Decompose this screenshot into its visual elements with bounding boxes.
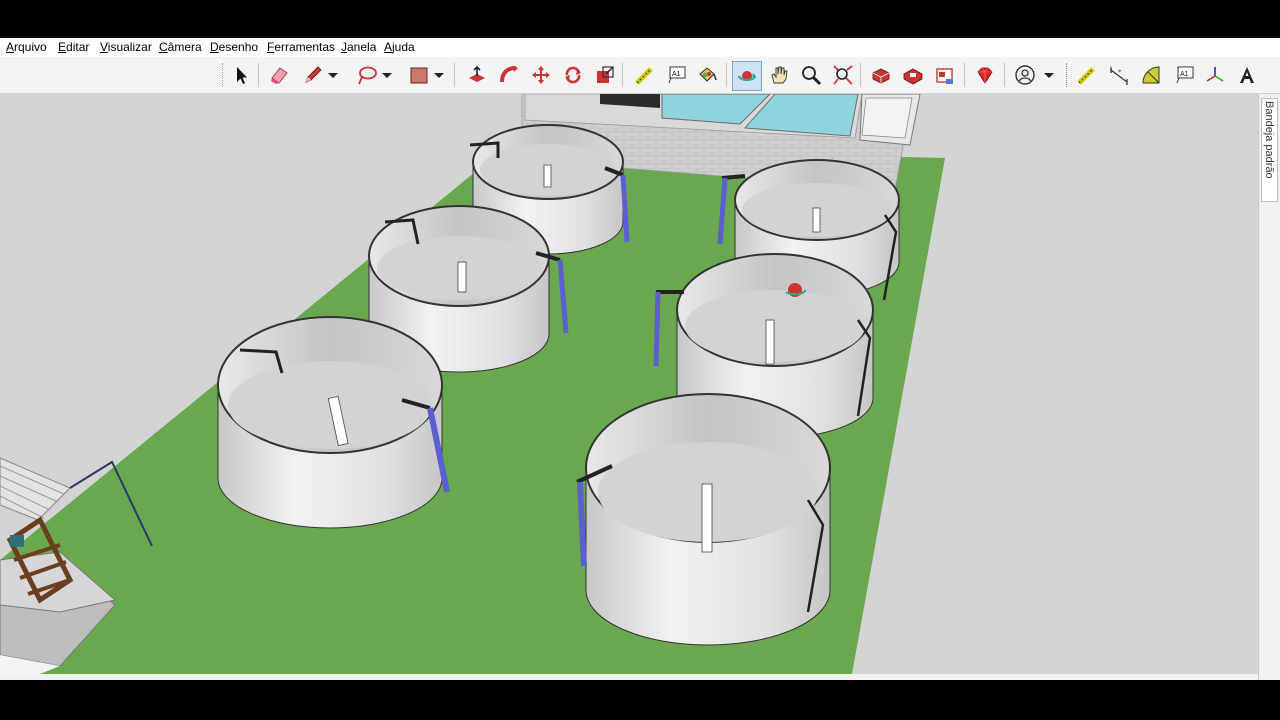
- menu-visualizar[interactable]: Visualizar: [100, 40, 152, 54]
- svg-text:A1: A1: [1180, 71, 1189, 78]
- svg-text:⌖: ⌖: [1118, 69, 1122, 75]
- select-icon[interactable]: [228, 62, 254, 88]
- screen-top-border: [0, 0, 1280, 38]
- menu-janela[interactable]: Janela: [341, 40, 376, 54]
- extension-manager-icon[interactable]: [932, 62, 958, 88]
- toolbar-separator: [258, 63, 259, 87]
- pencil-icon[interactable]: [300, 62, 326, 88]
- lasso-icon[interactable]: [354, 62, 380, 88]
- orbit-icon[interactable]: [732, 61, 762, 91]
- toolbar-separator: [726, 63, 727, 87]
- toolbar-grip[interactable]: [1066, 63, 1070, 87]
- eraser-icon[interactable]: [266, 62, 292, 88]
- toolbar-separator: [454, 63, 455, 87]
- rotate-icon[interactable]: [560, 62, 586, 88]
- account-dropdown-chevron-icon[interactable]: [1042, 62, 1056, 88]
- menu-ajuda[interactable]: Ajuda: [384, 40, 415, 54]
- protractor-icon[interactable]: [1138, 62, 1164, 88]
- toolbar: A1 ⌖ A1: [0, 57, 1280, 94]
- toolbar-separator: [622, 63, 623, 87]
- ruby-icon[interactable]: [972, 62, 998, 88]
- menu-ferramentas[interactable]: Ferramentas: [267, 40, 335, 54]
- fish-tank[interactable]: [217, 316, 450, 529]
- toolbar-separator: [964, 63, 965, 87]
- svg-text:A1: A1: [672, 71, 681, 78]
- zoom-extents-icon[interactable]: [830, 62, 856, 88]
- menu-bar: Arquivo Editar Visualizar Câmera Desenho…: [0, 38, 1280, 57]
- tray-tab[interactable]: Bandeja padrão: [1261, 98, 1278, 202]
- scene-3d-model[interactable]: [0, 94, 1258, 674]
- text-2-icon[interactable]: A1: [1172, 62, 1198, 88]
- toolbar-separator: [1004, 63, 1005, 87]
- rectangle-dropdown-chevron-icon[interactable]: [432, 62, 446, 88]
- scale-icon[interactable]: [592, 62, 618, 88]
- text-icon[interactable]: A1: [664, 62, 690, 88]
- fish-tank[interactable]: [576, 393, 831, 646]
- dimension-icon[interactable]: ⌖: [1106, 62, 1132, 88]
- paint-bucket-icon[interactable]: [694, 62, 720, 88]
- rectangle-icon[interactable]: [406, 62, 432, 88]
- toolbar-separator: [860, 63, 861, 87]
- tape-measure-2-icon[interactable]: [1074, 62, 1100, 88]
- account-icon[interactable]: [1012, 62, 1038, 88]
- follow-me-icon[interactable]: [496, 62, 522, 88]
- pencil-dropdown-chevron-icon[interactable]: [326, 62, 340, 88]
- 3d-text-icon[interactable]: [1234, 62, 1260, 88]
- lasso-dropdown-chevron-icon[interactable]: [380, 62, 394, 88]
- move-icon[interactable]: [528, 62, 554, 88]
- menu-camera[interactable]: Câmera: [159, 40, 202, 54]
- extension-warehouse-icon[interactable]: [900, 62, 926, 88]
- tape-measure-icon[interactable]: [632, 62, 658, 88]
- push-pull-icon[interactable]: [464, 62, 490, 88]
- toolbar-grip[interactable]: [222, 63, 226, 87]
- default-tray-panel: Bandeja padrão: [1258, 94, 1280, 680]
- tray-tab-label: Bandeja padrão: [1263, 101, 1275, 179]
- zoom-icon[interactable]: [798, 62, 824, 88]
- pan-icon[interactable]: [766, 62, 792, 88]
- menu-desenho[interactable]: Desenho: [210, 40, 258, 54]
- screen-bottom-border: [0, 680, 1280, 720]
- menu-arquivo[interactable]: Arquivo: [6, 40, 47, 54]
- warehouse-icon[interactable]: [868, 62, 894, 88]
- menu-editar[interactable]: Editar: [58, 40, 89, 54]
- model-viewport[interactable]: [0, 94, 1258, 674]
- axes-icon[interactable]: [1202, 62, 1228, 88]
